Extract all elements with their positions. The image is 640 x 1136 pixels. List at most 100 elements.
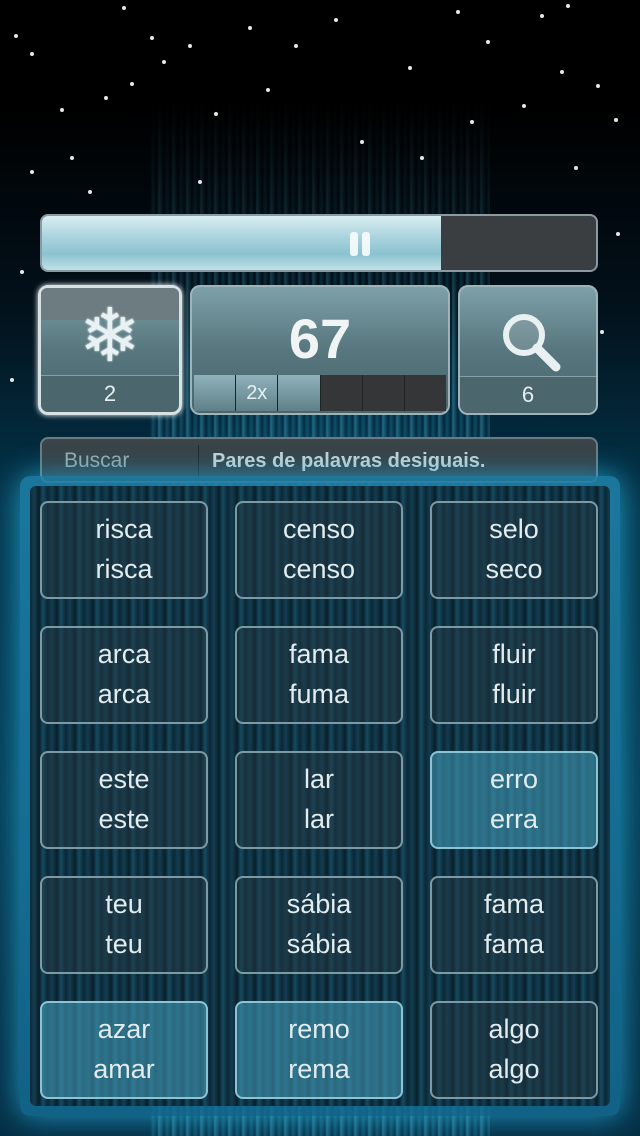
timer-bar: [40, 214, 598, 272]
word-pair-card[interactable]: risca risca: [40, 501, 208, 599]
star: [566, 4, 570, 8]
word-bottom: seco: [485, 554, 543, 584]
word-pair-card[interactable]: teu teu: [40, 876, 208, 974]
word-top: risca: [95, 514, 153, 544]
star: [198, 180, 202, 184]
word-bottom: fluir: [492, 679, 536, 709]
multiplier-slot: [362, 375, 405, 411]
word-pair-card[interactable]: lar lar: [235, 751, 403, 849]
search-powerup-button[interactable]: 6: [458, 285, 598, 415]
star: [88, 190, 92, 194]
snowflake-icon: ❄: [78, 294, 141, 377]
word-bottom: rema: [288, 1054, 350, 1084]
word-pair-card[interactable]: azar amar: [40, 1001, 208, 1099]
word-pair-card[interactable]: algo algo: [430, 1001, 598, 1099]
star: [596, 84, 600, 88]
star: [574, 166, 578, 170]
star: [60, 108, 64, 112]
word-bottom: lar: [303, 804, 334, 834]
word-top: sábia: [286, 889, 352, 919]
star: [522, 104, 526, 108]
word-pair-card[interactable]: fama fuma: [235, 626, 403, 724]
word-top: fluir: [492, 639, 536, 669]
star: [130, 82, 134, 86]
word-top: algo: [488, 1014, 540, 1044]
star: [360, 140, 364, 144]
multiplier-slot: [404, 375, 447, 411]
star: [104, 96, 108, 100]
pause-icon[interactable]: [350, 232, 372, 256]
word-pair-card[interactable]: censo censo: [235, 501, 403, 599]
score-value: 67: [288, 307, 352, 370]
star: [266, 88, 270, 92]
score-panel: 67 2x: [190, 285, 450, 415]
word-pair-card[interactable]: selo seco: [430, 501, 598, 599]
word-top: este: [98, 764, 150, 794]
timer-fill: [42, 216, 441, 270]
word-bottom: este: [98, 804, 150, 834]
star: [420, 156, 424, 160]
star: [20, 270, 24, 274]
star: [14, 34, 18, 38]
word-pair-card[interactable]: este este: [40, 751, 208, 849]
star: [470, 120, 474, 124]
multiplier-slot: 2x: [236, 375, 279, 411]
word-bottom: censo: [282, 554, 356, 584]
freeze-powerup-button[interactable]: ❄ 2: [38, 285, 182, 415]
word-pair-card[interactable]: fluir fluir: [430, 626, 598, 724]
word-bottom: amar: [93, 1054, 155, 1084]
word-top: azar: [97, 1014, 151, 1044]
multiplier-slot: [194, 375, 237, 411]
word-bottom: teu: [105, 929, 143, 959]
multiplier-meter: 2x: [194, 375, 447, 411]
word-top: censo: [282, 514, 356, 544]
star: [214, 112, 218, 116]
star: [616, 232, 620, 236]
star: [122, 6, 126, 10]
star: [30, 52, 34, 56]
star: [162, 60, 166, 64]
star: [10, 378, 14, 382]
word-top: fama: [288, 639, 350, 669]
star: [486, 40, 490, 44]
multiplier-slot: [320, 375, 363, 411]
star: [70, 156, 74, 160]
word-top: selo: [489, 514, 539, 544]
word-top: erro: [489, 764, 538, 794]
word-bottom: algo: [488, 1054, 540, 1084]
word-bottom: fuma: [288, 679, 350, 709]
word-bottom: arca: [97, 679, 151, 709]
star: [614, 118, 618, 122]
word-bottom: risca: [95, 554, 153, 584]
instruction-text: Pares de palavras desiguais.: [212, 450, 486, 472]
word-pair-card[interactable]: remo rema: [235, 1001, 403, 1099]
star: [294, 44, 298, 48]
word-bottom: fama: [483, 929, 545, 959]
star: [560, 70, 564, 74]
star: [600, 330, 604, 334]
word-top: remo: [288, 1014, 350, 1044]
search-count: 6: [460, 376, 596, 413]
word-bottom: erra: [489, 804, 538, 834]
instruction-label: Buscar: [64, 449, 130, 472]
word-pair-card[interactable]: erro erra: [430, 751, 598, 849]
word-top: fama: [483, 889, 545, 919]
star: [456, 10, 460, 14]
word-top: teu: [105, 889, 143, 919]
star: [188, 44, 192, 48]
word-pair-card[interactable]: sábia sábia: [235, 876, 403, 974]
multiplier-slot: [278, 375, 321, 411]
star: [248, 26, 252, 30]
star: [334, 18, 338, 22]
star: [408, 66, 412, 70]
star: [150, 36, 154, 40]
star: [540, 14, 544, 18]
word-pair-card[interactable]: arca arca: [40, 626, 208, 724]
star: [30, 170, 34, 174]
word-top: arca: [97, 639, 151, 669]
magnifier-icon: [503, 314, 561, 372]
word-top: lar: [303, 764, 334, 794]
word-bottom: sábia: [286, 929, 352, 959]
word-pair-card[interactable]: fama fama: [430, 876, 598, 974]
freeze-count: 2: [41, 375, 179, 412]
